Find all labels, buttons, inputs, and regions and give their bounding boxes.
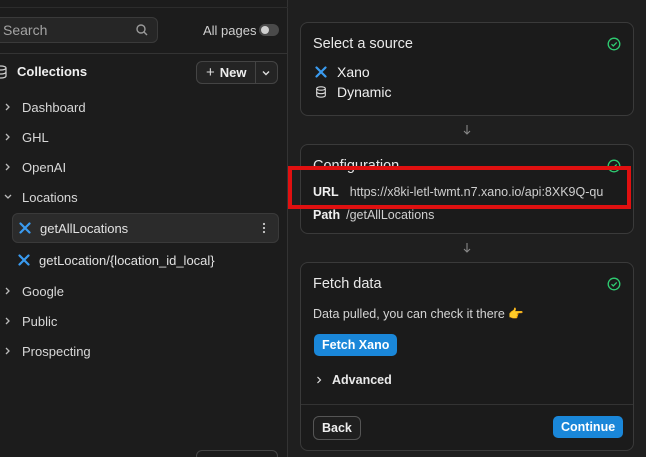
sidebar-item-label: Prospecting xyxy=(22,343,91,359)
config-url-row: URL https://x8ki-letl-twmt.n7.xano.io/ap… xyxy=(313,185,603,199)
continue-button[interactable]: Continue xyxy=(553,416,624,438)
check-circle-icon xyxy=(607,37,621,51)
chevron-right-icon xyxy=(5,103,10,111)
path-key: Path xyxy=(313,208,341,222)
new-button[interactable]: + New xyxy=(196,61,278,84)
chevron-right-icon xyxy=(5,163,10,171)
xano-x-icon xyxy=(315,66,327,78)
endpoint-item-getlocation[interactable]: getLocation/{location_id_local} xyxy=(12,245,279,275)
collections-header: Collections xyxy=(0,64,87,79)
more-options-icon[interactable] xyxy=(262,222,266,234)
endpoint-item-getalllocations[interactable]: getAllLocations xyxy=(12,213,279,243)
sidebar-item-label: OpenAI xyxy=(22,159,67,175)
search-input[interactable] xyxy=(3,22,133,38)
sidebar-item-openai[interactable]: OpenAI xyxy=(0,154,66,180)
source-option-xano[interactable]: Xano xyxy=(315,64,370,80)
source-option-label: Dynamic xyxy=(337,84,392,100)
database-icon xyxy=(316,86,326,98)
all-pages-label: All pages xyxy=(203,23,257,38)
sidebar-item-google[interactable]: Google xyxy=(0,278,64,304)
all-pages-toggle[interactable] xyxy=(259,24,279,36)
configuration-card: Configuration URL https://x8ki-letl-twmt… xyxy=(300,144,634,234)
arrow-down-icon xyxy=(463,125,471,135)
collections-icon xyxy=(0,64,7,79)
sidebar-item-label: Public xyxy=(22,313,58,329)
search-box[interactable] xyxy=(0,17,158,43)
card-divider xyxy=(301,404,633,405)
advanced-label: Advanced xyxy=(332,373,392,387)
config-path-row: Path /getAllLocations xyxy=(313,208,434,222)
sidebar-top-strip xyxy=(0,0,288,8)
sidebar-item-locations[interactable]: Locations xyxy=(0,184,78,210)
new-button-label: New xyxy=(219,65,247,80)
sidebar: All pages Collections + New Dashboard GH… xyxy=(0,0,288,457)
sidebar-item-ghl[interactable]: GHL xyxy=(0,124,49,150)
back-button[interactable]: Back xyxy=(313,416,361,440)
advanced-toggle[interactable]: Advanced xyxy=(315,373,392,387)
sidebar-item-label: GHL xyxy=(22,129,49,145)
chevron-right-icon xyxy=(5,133,10,141)
chevron-down-icon[interactable] xyxy=(260,67,272,79)
endpoint-label: getLocation/{location_id_local} xyxy=(39,252,215,268)
fetch-description: Data pulled, you can check it there 👉 xyxy=(313,307,524,321)
chevron-right-icon xyxy=(5,347,10,355)
chevron-right-icon xyxy=(5,317,10,325)
sidebar-item-public[interactable]: Public xyxy=(0,308,57,334)
new-button-separator xyxy=(255,62,256,83)
collections-label: Collections xyxy=(17,64,88,79)
fetch-data-card: Fetch data Data pulled, you can check it… xyxy=(300,262,634,451)
xano-x-icon xyxy=(18,254,30,266)
xano-x-icon xyxy=(19,222,31,234)
card-title: Configuration xyxy=(313,158,400,174)
bottom-button-partial[interactable] xyxy=(196,450,278,457)
url-key: URL xyxy=(313,185,339,199)
chevron-right-icon xyxy=(317,376,322,384)
search-icon[interactable] xyxy=(135,23,149,37)
select-source-card: Select a source Xano Dynamic xyxy=(300,22,634,116)
source-option-label: Xano xyxy=(337,64,370,80)
arrow-down-icon xyxy=(463,243,471,253)
endpoint-label: getAllLocations xyxy=(40,220,129,236)
card-title: Fetch data xyxy=(313,276,382,292)
plus-icon: + xyxy=(206,64,215,81)
card-title: Select a source xyxy=(313,36,413,52)
sidebar-item-label: Dashboard xyxy=(22,99,86,115)
chevron-right-icon xyxy=(5,287,10,295)
sidebar-item-prospecting[interactable]: Prospecting xyxy=(0,338,91,364)
chevron-down-icon xyxy=(4,194,12,199)
fetch-xano-button[interactable]: Fetch Xano xyxy=(314,334,398,356)
path-value: /getAllLocations xyxy=(346,208,435,222)
sidebar-divider xyxy=(0,53,288,54)
sidebar-item-label: Locations xyxy=(22,189,78,205)
sidebar-item-label: Google xyxy=(22,283,64,299)
source-option-dynamic[interactable]: Dynamic xyxy=(315,84,391,100)
url-value: https://x8ki-letl-twmt.n7.xano.io/api:8X… xyxy=(349,185,604,199)
check-circle-icon xyxy=(607,277,621,291)
toggle-knob xyxy=(261,26,269,34)
check-circle-icon xyxy=(607,159,621,173)
sidebar-item-dashboard[interactable]: Dashboard xyxy=(0,94,86,120)
